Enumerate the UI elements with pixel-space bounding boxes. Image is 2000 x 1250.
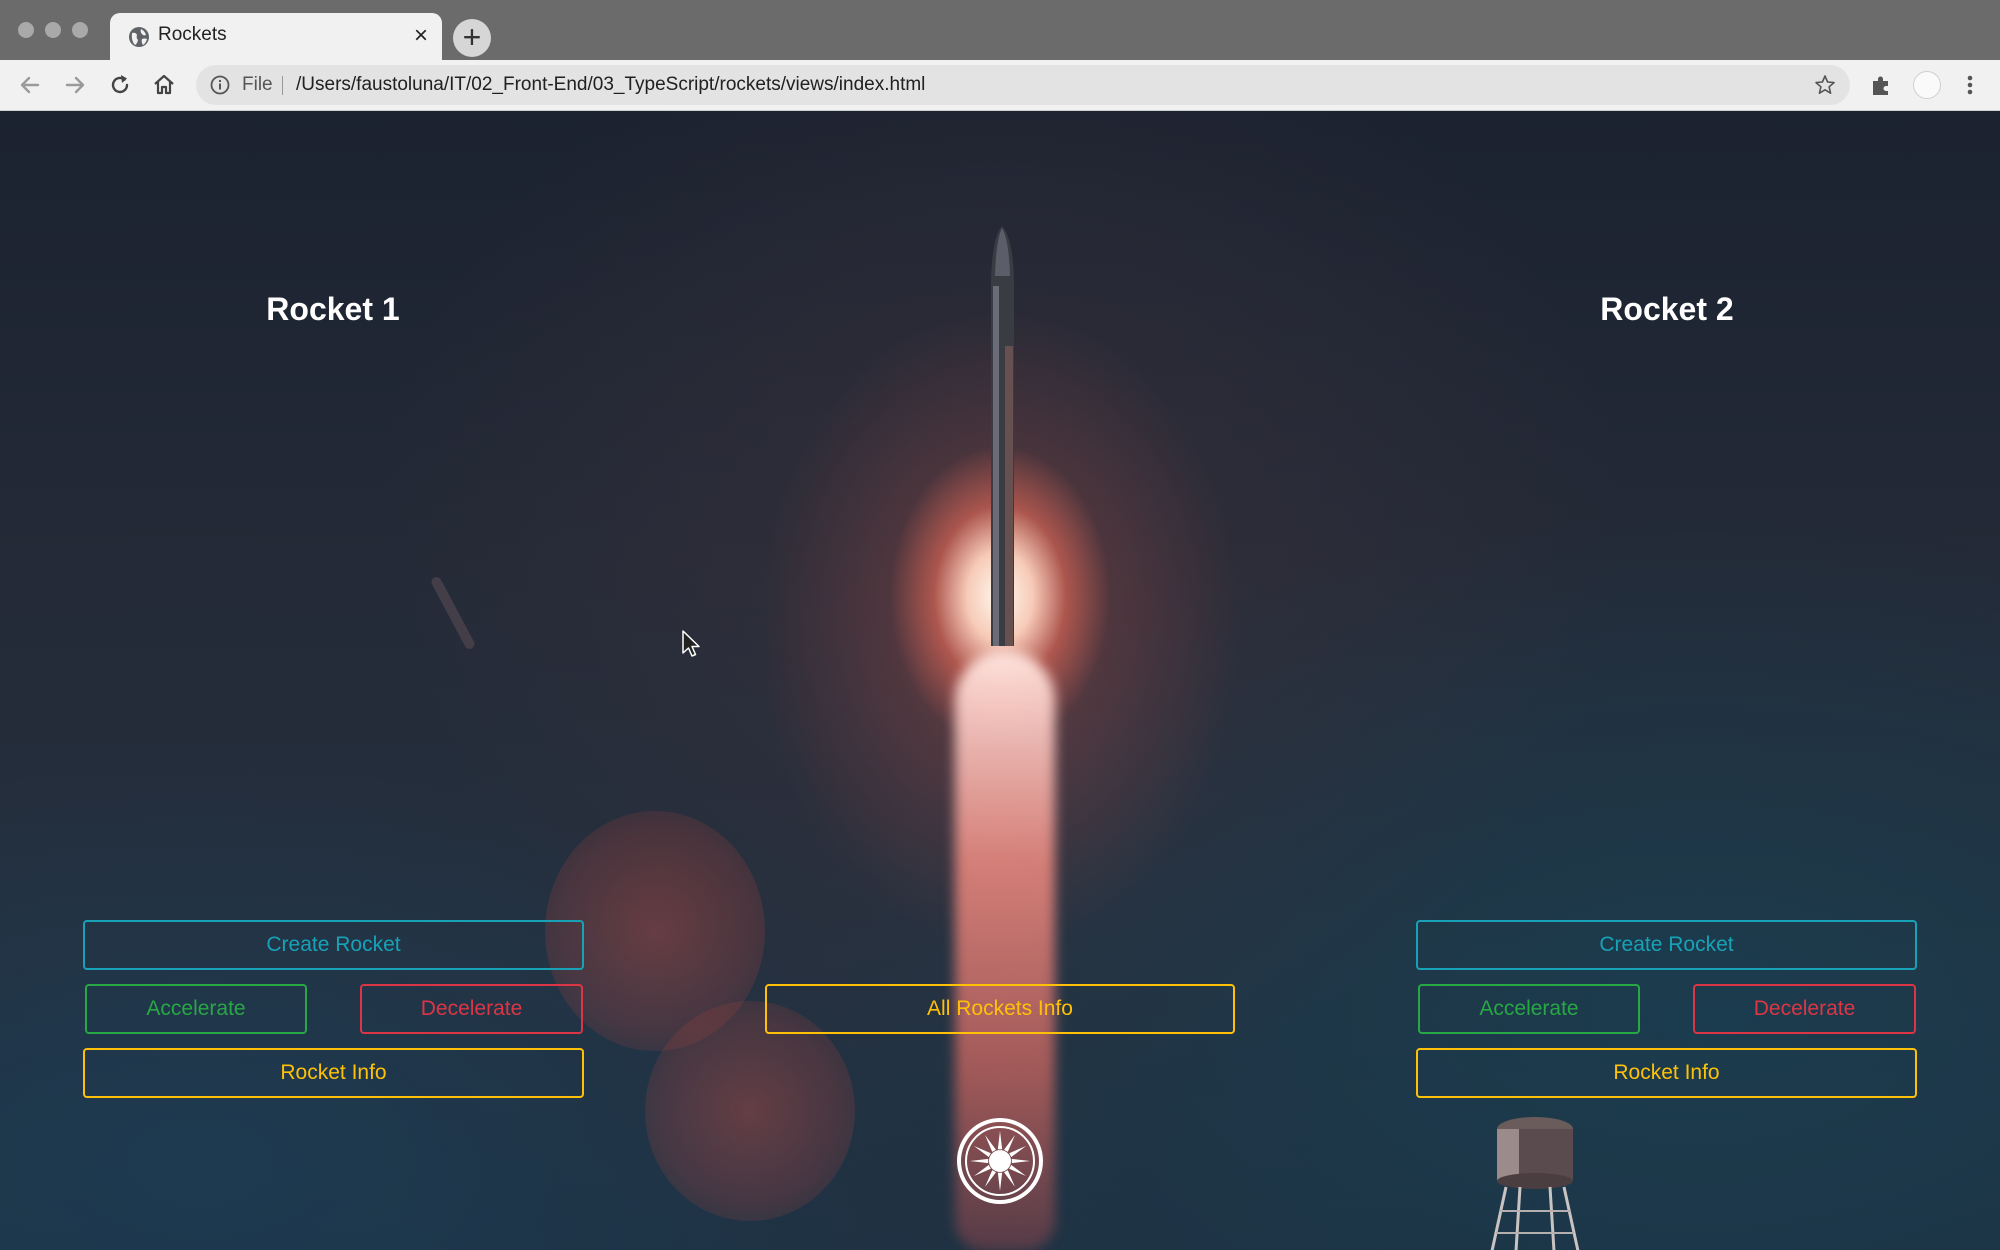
info-icon[interactable] bbox=[210, 75, 230, 95]
emblem-spoke bbox=[1009, 1165, 1026, 1176]
emblem-spoke bbox=[997, 1131, 1003, 1150]
address-url[interactable]: /Users/faustoluna/IT/02_Front-End/03_Typ… bbox=[296, 74, 925, 96]
puzzle-icon[interactable] bbox=[1868, 72, 1894, 98]
rocket-image bbox=[991, 226, 1014, 646]
new-tab-button[interactable]: + bbox=[453, 19, 491, 57]
tab-close-button[interactable]: × bbox=[414, 22, 428, 50]
lens-flare bbox=[645, 1001, 855, 1221]
profile-icon[interactable] bbox=[1913, 71, 1941, 99]
address-divider bbox=[282, 76, 283, 95]
window-close-dot[interactable] bbox=[18, 22, 34, 38]
rocket2-info-button[interactable]: Rocket Info bbox=[1416, 1048, 1917, 1098]
window-zoom-dot[interactable] bbox=[72, 22, 88, 38]
browser-tab[interactable]: Rockets × bbox=[110, 13, 442, 60]
kebab-menu-icon[interactable] bbox=[1960, 71, 1980, 99]
emblem-icon bbox=[957, 1118, 1043, 1204]
tab-title: Rockets bbox=[158, 24, 227, 45]
all-rockets-info-button[interactable]: All Rockets Info bbox=[765, 984, 1235, 1034]
rocket2-decelerate-button[interactable]: Decelerate bbox=[1693, 984, 1916, 1034]
emblem-spoke bbox=[974, 1165, 991, 1176]
address-bar[interactable]: File /Users/faustoluna/IT/02_Front-End/0… bbox=[196, 65, 1850, 105]
emblem-spoke bbox=[1009, 1146, 1026, 1157]
address-scheme-label: File bbox=[242, 74, 273, 95]
emblem-spoke bbox=[974, 1146, 991, 1157]
rocket1-decelerate-button[interactable]: Decelerate bbox=[360, 984, 583, 1034]
star-icon[interactable] bbox=[1814, 74, 1836, 96]
globe-icon bbox=[129, 27, 149, 47]
forward-arrow-icon[interactable] bbox=[61, 71, 89, 99]
rocket1-title: Rocket 1 bbox=[266, 291, 400, 327]
rocket1-create-button[interactable]: Create Rocket bbox=[83, 920, 584, 970]
emblem-spoke bbox=[1004, 1170, 1015, 1187]
water-tower-image bbox=[1490, 1117, 1580, 1250]
light-streak bbox=[429, 575, 477, 651]
home-icon[interactable] bbox=[150, 71, 178, 99]
page-content: Rocket 1 Create Rocket Accelerate Decele… bbox=[0, 111, 2000, 1250]
rocket1-accelerate-button[interactable]: Accelerate bbox=[85, 984, 307, 1034]
rocket2-accelerate-button[interactable]: Accelerate bbox=[1418, 984, 1640, 1034]
back-arrow-icon[interactable] bbox=[16, 71, 44, 99]
rocket1-info-button[interactable]: Rocket Info bbox=[83, 1048, 584, 1098]
emblem-spoke bbox=[985, 1135, 996, 1152]
mouse-cursor-icon bbox=[682, 630, 700, 657]
reload-icon[interactable] bbox=[106, 71, 134, 99]
emblem-spoke bbox=[997, 1172, 1003, 1191]
emblem-spoke bbox=[985, 1170, 996, 1187]
rocket2-create-button[interactable]: Create Rocket bbox=[1416, 920, 1917, 970]
emblem-spoke bbox=[970, 1158, 989, 1164]
window-minimize-dot[interactable] bbox=[45, 22, 61, 38]
browser-toolbar: File /Users/faustoluna/IT/02_Front-End/0… bbox=[0, 60, 2000, 111]
emblem-spoke bbox=[1004, 1135, 1015, 1152]
rocket2-title: Rocket 2 bbox=[1600, 291, 1734, 327]
emblem-spoke bbox=[1011, 1158, 1030, 1164]
browser-tab-bar: Rockets × + bbox=[0, 0, 2000, 60]
